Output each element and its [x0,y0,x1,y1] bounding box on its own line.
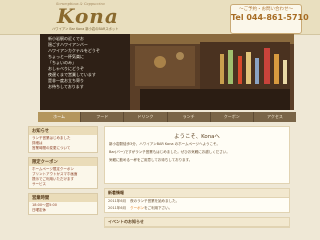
sidebar-hours-title: 営業時間 [29,194,97,202]
sidebar-news-link[interactable]: 営業時間の変更について [32,146,94,151]
sidebar-coupon-title: 限定クーポン [29,158,97,166]
logo-link[interactable]: Scrumptious & Cappuccino Kona ハワイアン Bar … [52,1,132,31]
nav-coupon[interactable]: クーポン [211,112,254,122]
contact-box[interactable]: 〜ご予約・お問い合わせ〜 Tel 044-861-5710 [230,4,309,34]
main-nav: ホーム フード ドリンク ランチ クーポン アクセス [38,112,296,122]
event-section: イベントのお知らせ [104,217,290,228]
nav-lunch[interactable]: ランチ [168,112,211,122]
logo-tagline: ハワイアン Bar Kona 新小岩のBARスポット [52,27,119,31]
news-date: 2011年6月 [108,199,127,203]
news-text: 夜のランチ営業を始めました。 [130,199,180,203]
nav-access[interactable]: アクセス [254,112,296,122]
site-logo: Kona [57,4,119,28]
sidebar-coupon-link[interactable]: サービス [32,182,94,187]
hero-text: 新小岩駅の近くでお 過ごすハワイアンバー ハワイアンカクテルをどうぞ ちょっと一… [48,36,118,90]
news-text: をご利用下さい。 [144,206,173,210]
sidebar-hours-body: 18:00〜翌5:00 日曜定休 [29,202,97,214]
hero-image: 新小岩駅の近くでお 過ごすハワイアンバー ハワイアンカクテルをどうぞ ちょっと一… [40,34,294,110]
site-header: Scrumptious & Cappuccino Kona ハワイアン Bar … [0,0,320,35]
event-section-title: イベントのお知らせ [105,218,289,227]
nav-food[interactable]: フード [81,112,125,122]
nav-drink[interactable]: ドリンク [124,112,168,122]
sidebar-hours-line: 日曜定休 [32,208,46,212]
sidebar-news: お知らせ ランチ営業はじめました 詳細は 営業時間の変更について [28,126,98,153]
welcome-line: 気軽に飲める一杯をご用意してお待ちしております。 [109,158,193,162]
main-content: ようこそ、Konaへ 新小岩駅徒歩3分、ハワイアンBAR Kona のホームペー… [104,126,290,240]
sidebar: お知らせ ランチ営業はじめました 詳細は 営業時間の変更について 限定クーポン … [28,126,98,240]
welcome-line: Bar(バー)ですがランチ営業もはじめました。ぜひお気軽にお越しください。 [109,150,230,154]
sidebar-coupon-body: ホームページ限定クーポン プリントアウトかスマホ画面 提示でご利用いただけます … [29,166,97,188]
page: Scrumptious & Cappuccino Kona ハワイアン Bar … [0,0,320,240]
news-coupon-link[interactable]: クーポン [130,206,144,210]
nav-home[interactable]: ホーム [38,112,82,122]
welcome-box: ようこそ、Konaへ 新小岩駅徒歩3分、ハワイアンBAR Kona のホームペー… [104,126,290,184]
sidebar-coupon: 限定クーポン ホームページ限定クーポン プリントアウトかスマホ画面 提示でご利用… [28,157,98,189]
welcome-line: 新小岩駅徒歩3分、ハワイアンBAR Kona のホームページへようこそ。 [109,142,220,146]
contact-title: 〜ご予約・お問い合わせ〜 [239,7,293,12]
sidebar-hours: 営業時間 18:00〜翌5:00 日曜定休 [28,193,98,215]
news-item: 2011年6月 夜のランチ営業を始めました。 [105,198,289,205]
welcome-title: ようこそ、Konaへ [174,134,220,140]
hero-line: お待ちしております [48,84,84,89]
news-date: 2011年6月 [108,206,127,210]
sidebar-news-title: お知らせ [29,127,97,135]
news-section-title: 新着情報 [105,189,289,198]
news-section: 新着情報 2011年6月 夜のランチ営業を始めました。 2011年6月 クーポン… [104,188,290,213]
news-item: 2011年6月 クーポンをご利用下さい。 [105,205,289,212]
contact-phone[interactable]: Tel 044-861-5710 [231,13,309,22]
sidebar-news-body: ランチ営業はじめました 詳細は 営業時間の変更について [29,135,97,152]
